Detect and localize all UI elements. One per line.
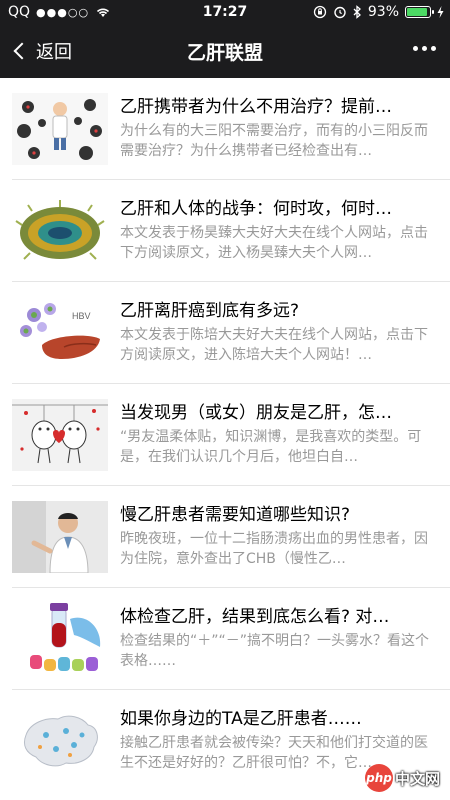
carrier-label: QQ [8, 4, 31, 20]
article-list: 乙肝携带者为什么不用治疗？提前… 为什么有的大三阳不需要治疗，而有的小三阳反而需… [0, 78, 450, 792]
article-item[interactable]: 当发现男（或女）朋友是乙肝，怎… “男友温柔体贴，知识渊博，是我喜欢的类型。可是… [12, 384, 450, 486]
article-thumbnail: HBV [12, 297, 108, 369]
couple-cartoon [12, 399, 108, 471]
article-text: 体检查乙肝，结果到底怎么看? 对… 检查结果的“＋”“－”搞不明白？一头雾水？看… [120, 603, 438, 689]
article-title: 慢乙肝患者需要知道哪些知识? [120, 505, 351, 525]
article-thumbnail [12, 195, 108, 267]
article-title: 乙肝离肝癌到底有多远? [120, 301, 300, 321]
battery-level [407, 8, 428, 16]
watermark-text: 中文网 [394, 769, 440, 788]
alarm-icon [334, 6, 346, 19]
article-summary: 本文发表于陈培大夫好大夫在线个人网站，点击下方阅读原文，进入陈培大夫个人网站！… [120, 327, 428, 363]
svg-text:HBV: HBV [72, 311, 91, 321]
signal-strength-indicator: ●●●○○ [36, 5, 90, 19]
bluetooth-icon [353, 5, 361, 19]
article-title: 如果你身边的TA是乙肝患者…… [120, 709, 362, 729]
more-dot-icon [431, 46, 436, 51]
rotation-lock-icon [313, 5, 327, 19]
article-text: 当发现男（或女）朋友是乙肝，怎… “男友温柔体贴，知识渊博，是我喜欢的类型。可是… [120, 399, 438, 485]
article-item[interactable]: 乙肝和人体的战争：何时攻，何时… 本文发表于杨昊臻大夫好大夫在线个人网站，点击下… [12, 180, 450, 282]
article-title: 乙肝携带者为什么不用治疗？提前… [120, 97, 392, 117]
article-thumbnail [12, 603, 108, 675]
virus-3d-illustration [12, 195, 108, 267]
hbv-liver-illustration: HBV [12, 297, 108, 369]
navigation-bar: 返回 乙肝联盟 [0, 24, 450, 78]
article-thumbnail [12, 501, 108, 573]
charging-icon [437, 6, 444, 18]
article-title: 乙肝和人体的战争：何时攻，何时… [120, 199, 392, 219]
article-thumbnail [12, 399, 108, 471]
status-bar: QQ ●●●○○ 17:27 93% [0, 0, 450, 24]
blood-test-tubes [12, 603, 108, 675]
article-text: 乙肝携带者为什么不用治疗？提前… 为什么有的大三阳不需要治疗，而有的小三阳反而需… [120, 93, 438, 179]
article-text: 慢乙肝患者需要知道哪些知识? 昨晚夜班，一位十二指肠溃疡出血的男性患者，因为住院… [120, 501, 438, 587]
article-summary: 为什么有的大三阳不需要治疗，而有的小三阳反而需要治疗？为什么携带者已经检查出有… [120, 123, 428, 159]
site-watermark: php 中文网 [364, 764, 440, 792]
chevron-left-icon [13, 42, 31, 60]
article-item[interactable]: 体检查乙肝，结果到底怎么看? 对… 检查结果的“＋”“－”搞不明白？一头雾水？看… [12, 588, 450, 690]
article-thumbnail [12, 93, 108, 165]
article-title: 当发现男（或女）朋友是乙肝，怎… [120, 403, 392, 423]
article-text: 乙肝和人体的战争：何时攻，何时… 本文发表于杨昊臻大夫好大夫在线个人网站，点击下… [120, 195, 438, 281]
back-label: 返回 [36, 42, 72, 63]
article-text: 乙肝离肝癌到底有多远? 本文发表于陈培大夫好大夫在线个人网站，点击下方阅读原文，… [120, 297, 438, 383]
article-title: 体检查乙肝，结果到底怎么看? 对… [120, 607, 390, 627]
battery-percent: 93% [367, 4, 399, 20]
battery-icon [405, 6, 434, 18]
more-dot-icon [422, 46, 427, 51]
article-summary: 检查结果的“＋”“－”搞不明白？一头雾水？看这个表格…… [120, 633, 430, 669]
more-dot-icon [413, 46, 418, 51]
back-button[interactable]: 返回 [0, 38, 72, 64]
article-item[interactable]: 慢乙肝患者需要知道哪些知识? 昨晚夜班，一位十二指肠溃疡出血的男性患者，因为住院… [12, 486, 450, 588]
status-right: 93% [313, 4, 444, 20]
doctor-virus-illustration [12, 93, 108, 165]
china-map-illustration [12, 705, 108, 777]
doctor-photo [12, 501, 108, 573]
article-summary: “男友温柔体贴，知识渊博，是我喜欢的类型。可是，在我们认识几个月后，他坦白自… [120, 429, 422, 465]
wifi-icon [96, 8, 110, 17]
article-item[interactable]: HBV 乙肝离肝癌到底有多远? 本文发表于陈培大夫好大夫在线个人网站，点击下方阅… [12, 282, 450, 384]
article-summary: 昨晚夜班，一位十二指肠溃疡出血的男性患者，因为住院，意外查出了CHB（慢性乙… [120, 531, 428, 567]
status-left: QQ ●●●○○ [8, 4, 111, 20]
watermark-logo: php [364, 764, 393, 792]
article-thumbnail [12, 705, 108, 777]
article-summary: 本文发表于杨昊臻大夫好大夫在线个人网站，点击下方阅读原文，进入杨昊臻大夫个人网… [120, 225, 428, 261]
article-item[interactable]: 乙肝携带者为什么不用治疗？提前… 为什么有的大三阳不需要治疗，而有的小三阳反而需… [12, 78, 450, 180]
more-options-button[interactable] [413, 40, 436, 57]
